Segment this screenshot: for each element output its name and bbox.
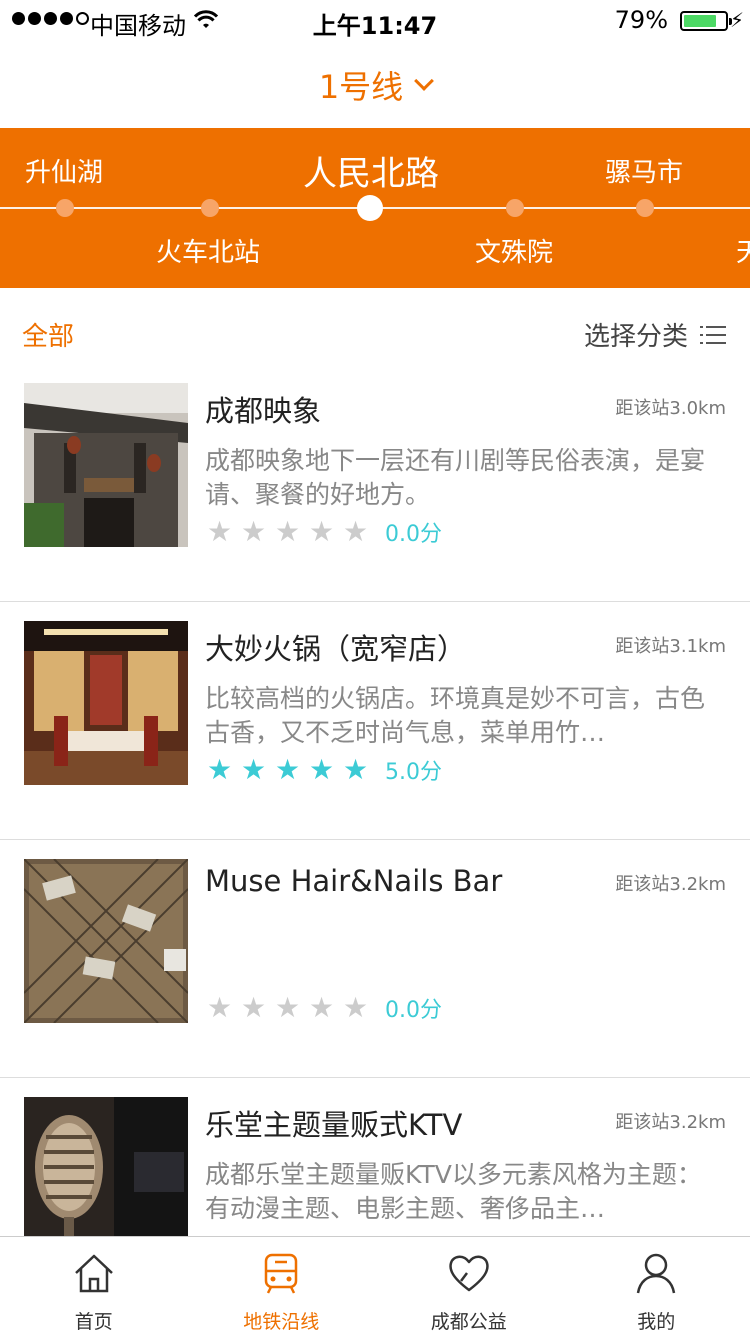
- place-distance: 距该站3.2km: [615, 874, 726, 895]
- place-name: Muse Hair&Nails Bar: [205, 864, 503, 898]
- star-icon: ★: [343, 991, 369, 1024]
- star-icon: ★: [309, 515, 335, 548]
- place-name: 乐堂主题量贩式KTV: [205, 1108, 463, 1142]
- star-icon: ★: [241, 515, 267, 548]
- tab-label: 首页: [74, 1311, 113, 1333]
- filter-all-button[interactable]: 全部: [22, 316, 74, 353]
- tab-bar: 首页 地铁沿线 成都公益 我的: [0, 1236, 750, 1334]
- tab-me[interactable]: 我的: [563, 1237, 750, 1334]
- star-icon: ★: [207, 753, 233, 786]
- place-distance: 距该站3.2km: [615, 1112, 726, 1133]
- status-bar: 中国移动 上午11:47 79% ⚡: [0, 0, 750, 40]
- place-thumbnail: [24, 383, 188, 547]
- rating-score: 0.0分: [385, 998, 442, 1023]
- place-distance: 距该站3.1km: [615, 636, 726, 657]
- tab-label: 地铁沿线: [243, 1311, 320, 1333]
- place-thumbnail: [24, 859, 188, 1023]
- home-icon: [74, 1254, 113, 1293]
- station-name[interactable]: 天: [736, 232, 750, 269]
- filter-bar: 全部 选择分类: [0, 288, 750, 376]
- star-rating: ★ ★ ★ ★ ★ 0.0分: [207, 516, 442, 548]
- list-item[interactable]: 大妙火锅（宽窄店） 距该站3.1km 比较高档的火锅店。环境真是妙不可言，古色古…: [0, 602, 750, 840]
- tab-label: 我的: [637, 1311, 676, 1333]
- place-name: 大妙火锅（宽窄店）: [205, 632, 467, 666]
- star-icon: ★: [275, 515, 301, 548]
- station-dot[interactable]: [201, 199, 219, 217]
- current-station-dot[interactable]: [357, 195, 383, 221]
- tab-metro[interactable]: 地铁沿线: [188, 1237, 376, 1334]
- rating-score: 0.0分: [385, 522, 442, 547]
- place-list: 成都映象 距该站3.0km 成都映象地下一层还有川剧等民俗表演，是宴请、聚餐的好…: [0, 364, 750, 1236]
- list-item[interactable]: 乐堂主题量贩式KTV 距该站3.2km 成都乐堂主题量贩KTV以多元素风格为主题…: [0, 1078, 750, 1236]
- line-label: 1号线: [318, 68, 404, 106]
- star-icon: ★: [207, 991, 233, 1024]
- place-thumbnail: [24, 621, 188, 785]
- heart-icon: [449, 1255, 489, 1292]
- list-item[interactable]: Muse Hair&Nails Bar 距该站3.2km ★ ★ ★ ★ ★ 0…: [0, 840, 750, 1078]
- station-dot[interactable]: [506, 199, 524, 217]
- star-icon: ★: [343, 753, 369, 786]
- navigation-bar: 1号线: [0, 40, 750, 128]
- tab-charity[interactable]: 成都公益: [375, 1237, 563, 1334]
- current-station-name[interactable]: 人民北路: [303, 146, 439, 195]
- star-icon: ★: [207, 515, 233, 548]
- station-dot[interactable]: [56, 199, 74, 217]
- star-icon: ★: [275, 991, 301, 1024]
- star-icon: ★: [309, 991, 335, 1024]
- star-icon: ★: [275, 753, 301, 786]
- list-item[interactable]: 成都映象 距该站3.0km 成都映象地下一层还有川剧等民俗表演，是宴请、聚餐的好…: [0, 364, 750, 602]
- battery-percent: 79%: [614, 6, 668, 34]
- tab-home[interactable]: 首页: [0, 1237, 188, 1334]
- battery-icon: [680, 11, 732, 31]
- place-name: 成都映象: [205, 394, 322, 428]
- star-icon: ★: [241, 991, 267, 1024]
- station-name[interactable]: 升仙湖: [25, 152, 103, 189]
- select-category-button[interactable]: 选择分类: [584, 316, 726, 353]
- station-name[interactable]: 骡马市: [605, 152, 683, 189]
- place-distance: 距该站3.0km: [615, 398, 726, 419]
- chevron-down-icon: [414, 71, 435, 91]
- bus-icon: [265, 1253, 298, 1294]
- rating-score: 5.0分: [385, 760, 442, 785]
- station-name[interactable]: 火车北站: [156, 232, 260, 269]
- station-name[interactable]: 文殊院: [475, 232, 553, 269]
- place-description: 成都乐堂主题量贩KTV以多元素风格为主题：有动漫主题、电影主题、奢侈品主…: [205, 1160, 702, 1223]
- select-category-label: 选择分类: [583, 322, 688, 352]
- place-description: 比较高档的火锅店。环境真是妙不可言，古色古香，又不乏时尚气息，菜单用竹…: [205, 684, 706, 747]
- list-icon: [700, 325, 726, 345]
- star-rating: ★ ★ ★ ★ ★ 0.0分: [207, 992, 442, 1024]
- star-icon: ★: [241, 753, 267, 786]
- line-selector[interactable]: 1号线: [0, 62, 750, 108]
- star-rating: ★ ★ ★ ★ ★ 5.0分: [207, 754, 442, 786]
- user-icon: [637, 1253, 676, 1294]
- place-thumbnail: [24, 1097, 188, 1236]
- station-dot[interactable]: [636, 199, 654, 217]
- star-icon: ★: [309, 753, 335, 786]
- star-icon: ★: [343, 515, 369, 548]
- station-strip[interactable]: 升仙湖 人民北路 骡马市 火车北站 文殊院 天: [0, 128, 750, 288]
- charging-icon: ⚡: [729, 8, 744, 32]
- place-description: 成都映象地下一层还有川剧等民俗表演，是宴请、聚餐的好地方。: [205, 446, 706, 509]
- tab-label: 成都公益: [430, 1311, 507, 1333]
